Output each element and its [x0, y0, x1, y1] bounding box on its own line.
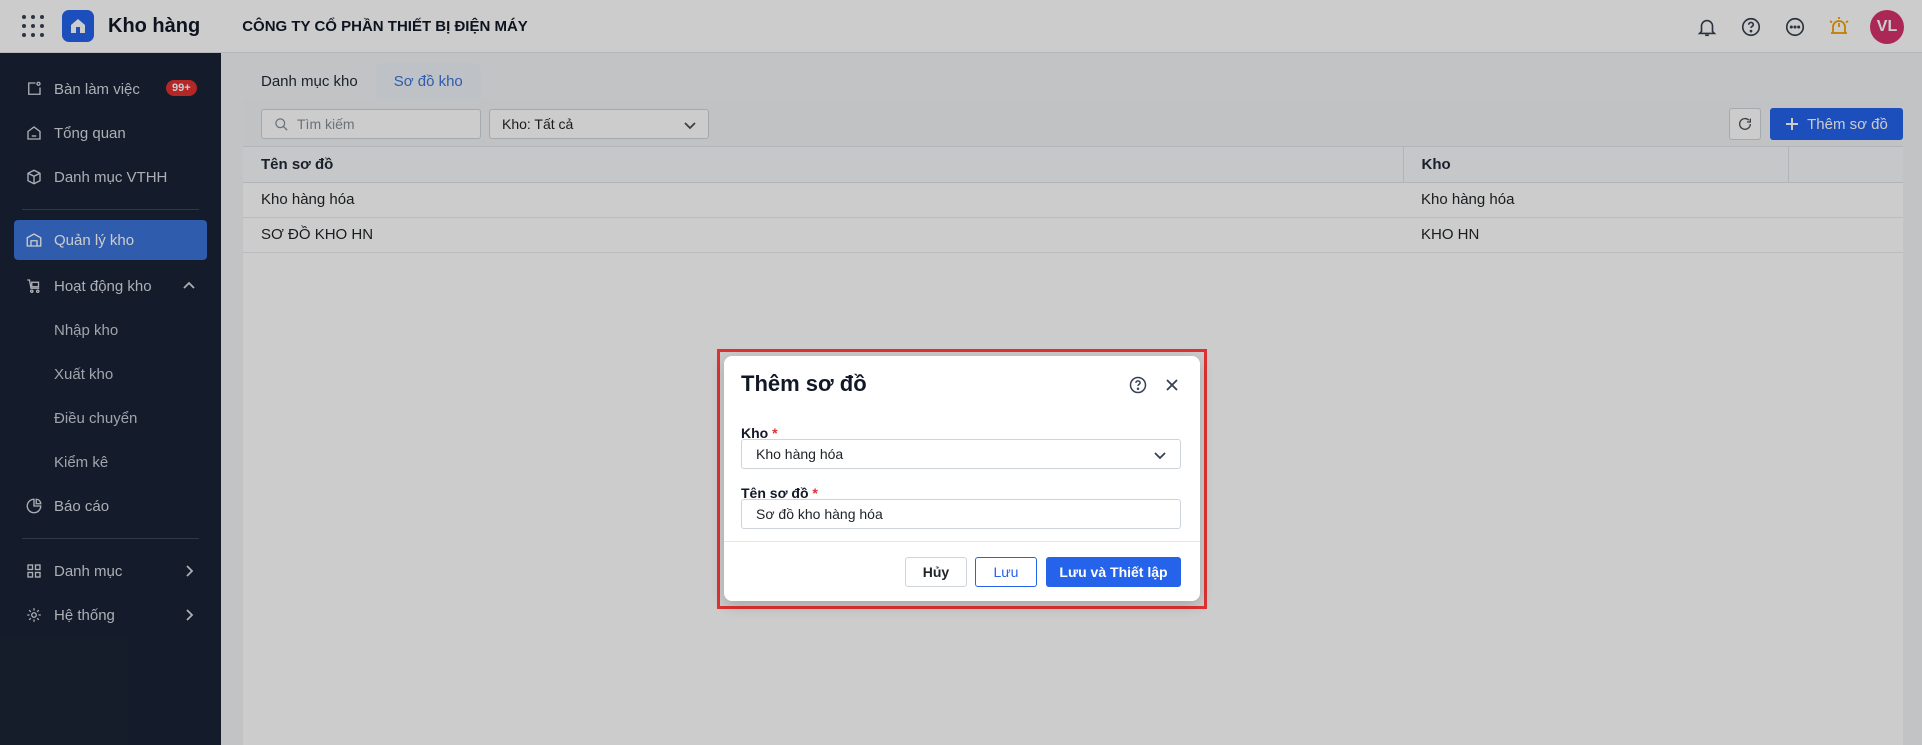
close-icon[interactable] — [1162, 375, 1182, 395]
warehouse-select-value: Kho hàng hóa — [756, 446, 844, 462]
cancel-button[interactable]: Hủy — [905, 557, 967, 587]
save-and-setup-button[interactable]: Lưu và Thiết lập — [1046, 557, 1181, 587]
save-button[interactable]: Lưu — [975, 557, 1037, 587]
warehouse-select[interactable]: Kho hàng hóa — [741, 439, 1181, 469]
dialog-divider — [724, 541, 1200, 542]
map-name-input[interactable]: Sơ đồ kho hàng hóa — [741, 499, 1181, 529]
dialog-title: Thêm sơ đồ — [741, 371, 867, 396]
chevron-down-icon — [1154, 452, 1166, 460]
help-icon[interactable] — [1128, 375, 1148, 395]
map-name-value: Sơ đồ kho hàng hóa — [756, 506, 883, 522]
add-map-dialog: Thêm sơ đồ Kho * Kho hàng hóa Tên sơ đồ … — [724, 356, 1200, 601]
